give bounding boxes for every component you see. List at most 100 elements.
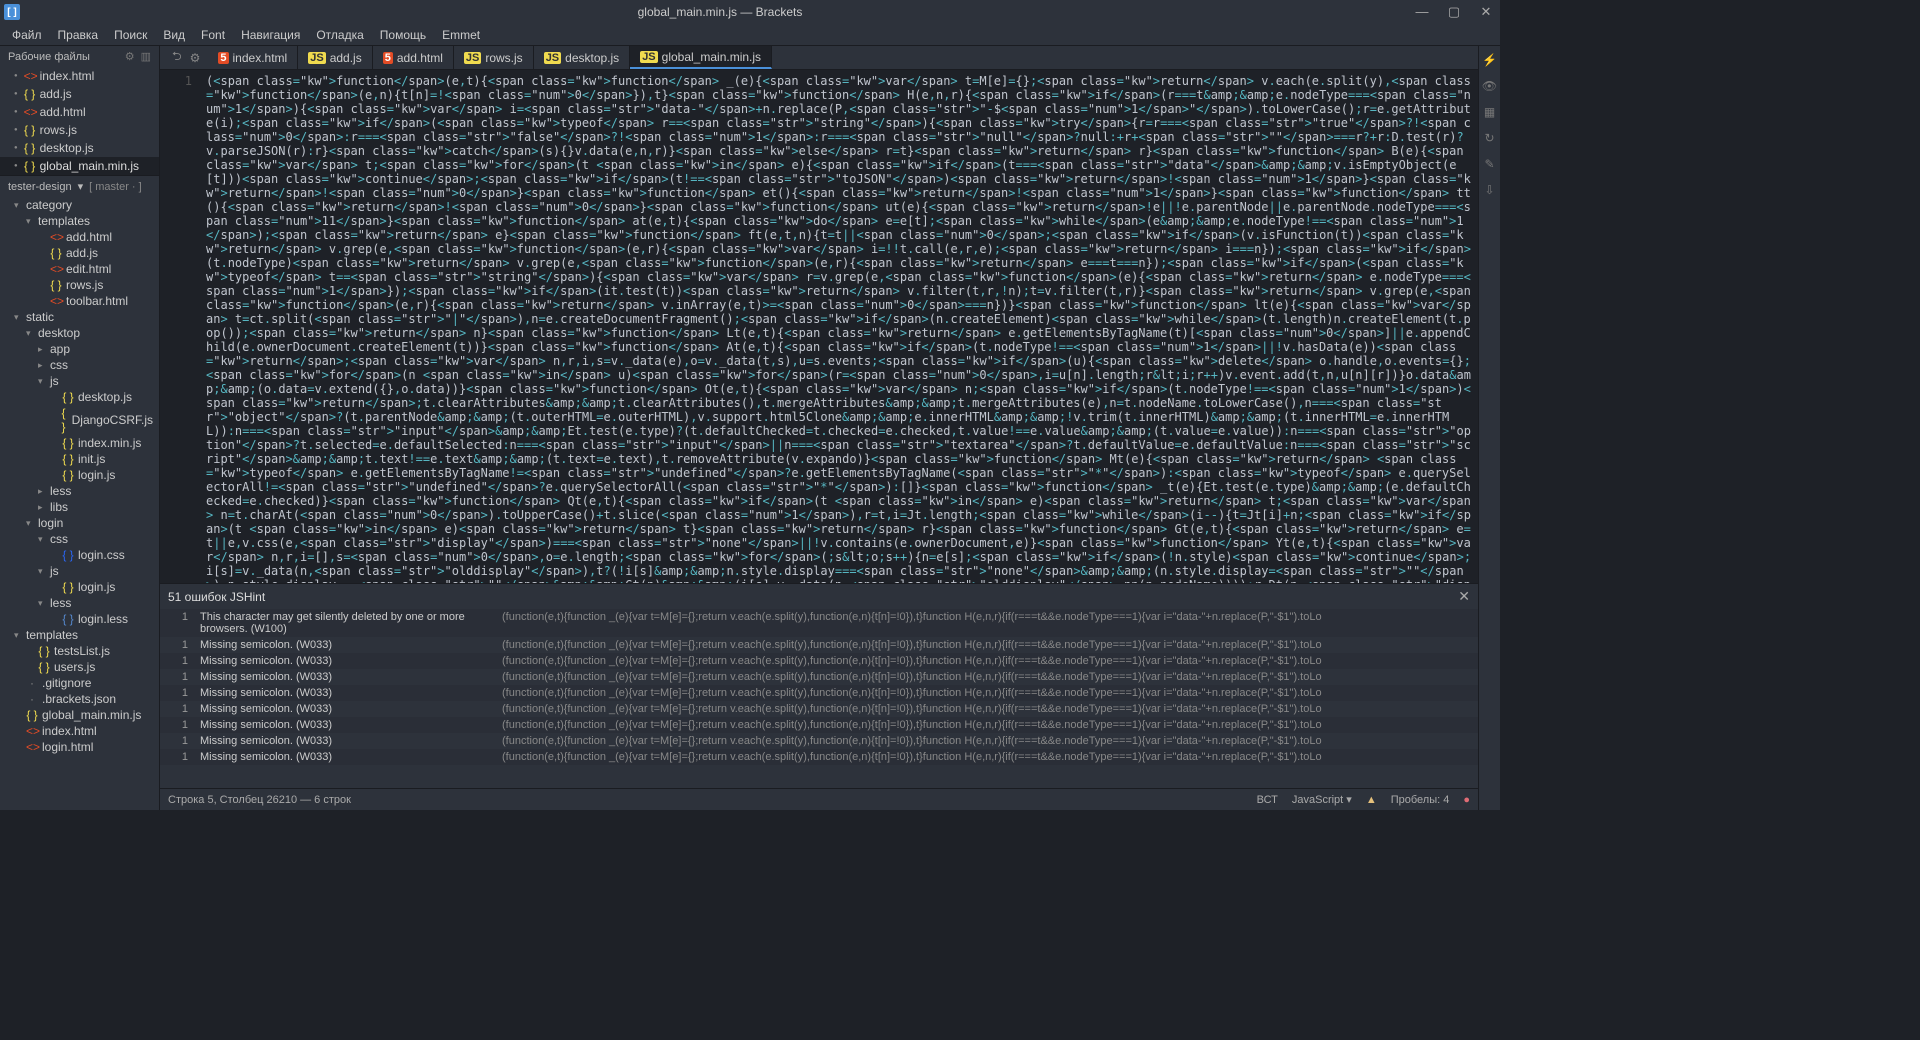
refresh-icon[interactable]: ↻: [1482, 130, 1498, 146]
working-files-label: Рабочие файлы: [8, 51, 90, 63]
tree-category[interactable]: ▾category: [0, 197, 159, 213]
tree-.gitignore[interactable]: ·.gitignore: [0, 675, 159, 691]
tab-add.html[interactable]: 5add.html: [373, 46, 454, 69]
download-icon[interactable]: ⇩: [1482, 182, 1498, 198]
extensions-icon[interactable]: ▦: [1482, 104, 1498, 120]
menu-emmet[interactable]: Emmet: [434, 26, 488, 44]
tab-global_main.min.js[interactable]: JSglobal_main.min.js: [630, 46, 772, 69]
working-file-add.html[interactable]: ●<>add.html: [0, 103, 159, 121]
tree-static[interactable]: ▾static: [0, 309, 159, 325]
tree-login[interactable]: ▾login: [0, 515, 159, 531]
gear-icon[interactable]: ⚙: [125, 50, 135, 63]
problem-row[interactable]: 1Missing semicolon. (W033)(function(e,t)…: [160, 653, 1478, 669]
app-logo-icon: [ ]: [4, 4, 20, 20]
tree-login.js[interactable]: { }login.js: [0, 467, 159, 483]
tab-menu-icon[interactable]: ⮌: [172, 47, 182, 68]
tree-js[interactable]: ▾js: [0, 373, 159, 389]
problems-list[interactable]: 1This character may get silently deleted…: [160, 609, 1478, 788]
tree-DjangoCSRF.js[interactable]: { }DjangoCSRF.js: [0, 405, 159, 435]
tree-index.html[interactable]: <>index.html: [0, 723, 159, 739]
close-button[interactable]: ✕: [1476, 4, 1496, 20]
brush-icon[interactable]: ✎: [1482, 156, 1498, 172]
menu-поиск[interactable]: Поиск: [106, 26, 155, 44]
tree-testsList.js[interactable]: { }testsList.js: [0, 643, 159, 659]
problem-row[interactable]: 1This character may get silently deleted…: [160, 609, 1478, 637]
menu-font[interactable]: Font: [193, 26, 233, 44]
tree-templates[interactable]: ▾templates: [0, 213, 159, 229]
tab-rows.js[interactable]: JSrows.js: [454, 46, 534, 69]
tree-less[interactable]: ▸less: [0, 483, 159, 499]
close-icon[interactable]: ✕: [1458, 588, 1470, 605]
menu-отладка[interactable]: Отладка: [308, 26, 371, 44]
tree-login.less[interactable]: { }login.less: [0, 611, 159, 627]
tree-desktop[interactable]: ▾desktop: [0, 325, 159, 341]
tree-login.html[interactable]: <>login.html: [0, 739, 159, 755]
tree-login.js[interactable]: { }login.js: [0, 579, 159, 595]
tree-edit.html[interactable]: <>edit.html: [0, 261, 159, 277]
problem-message: Missing semicolon. (W033): [200, 751, 490, 763]
file-label: add.js: [40, 87, 72, 101]
code-content[interactable]: (<span class="kw">function</span>(e,t){<…: [200, 70, 1478, 583]
tree-.brackets.json[interactable]: ·.brackets.json: [0, 691, 159, 707]
tab-add.js[interactable]: JSadd.js: [298, 46, 373, 69]
error-indicator[interactable]: ●: [1463, 794, 1470, 806]
working-file-desktop.js[interactable]: ●{ }desktop.js: [0, 139, 159, 157]
html-file-icon: <>: [24, 69, 36, 83]
tab-label: rows.js: [485, 51, 522, 65]
tree-css[interactable]: ▸css: [0, 357, 159, 373]
encoding-selector[interactable]: ВСТ: [1257, 794, 1278, 806]
tree-less[interactable]: ▾less: [0, 595, 159, 611]
tab-desktop.js[interactable]: JSdesktop.js: [534, 46, 631, 69]
problem-preview: (function(e,t){function _(e){var t=M[e]=…: [502, 687, 1470, 699]
code-editor[interactable]: 1 (<span class="kw">function</span>(e,t)…: [160, 70, 1478, 583]
working-file-global_main.min.js[interactable]: ●{ }global_main.min.js: [0, 157, 159, 175]
tab-gear-icon[interactable]: ⚙: [190, 51, 201, 65]
tree-login.css[interactable]: { }login.css: [0, 547, 159, 563]
problem-row[interactable]: 1Missing semicolon. (W033)(function(e,t)…: [160, 669, 1478, 685]
problem-row[interactable]: 1Missing semicolon. (W033)(function(e,t)…: [160, 733, 1478, 749]
language-selector[interactable]: JavaScript ▾: [1292, 793, 1352, 806]
tree-toolbar.html[interactable]: <>toolbar.html: [0, 293, 159, 309]
working-file-rows.js[interactable]: ●{ }rows.js: [0, 121, 159, 139]
tab-index.html[interactable]: 5index.html: [208, 46, 298, 69]
minimize-button[interactable]: —: [1412, 4, 1432, 20]
tree-add.html[interactable]: <>add.html: [0, 229, 159, 245]
tree-label: login.html: [42, 740, 93, 754]
cursor-position[interactable]: Строка 5, Столбец 26210 — 6 строк: [168, 794, 351, 806]
working-file-add.js[interactable]: ●{ }add.js: [0, 85, 159, 103]
tree-init.js[interactable]: { }init.js: [0, 451, 159, 467]
css-file-icon: { }: [62, 548, 74, 562]
eye-icon[interactable]: 👁: [1482, 78, 1498, 94]
live-preview-icon[interactable]: ⚡: [1482, 52, 1498, 68]
tree-users.js[interactable]: { }users.js: [0, 659, 159, 675]
project-header[interactable]: tester-design ▾ [ master · ]: [0, 175, 159, 197]
problem-row[interactable]: 1Missing semicolon. (W033)(function(e,t)…: [160, 637, 1478, 653]
tree-label: login.less: [78, 612, 128, 626]
tree-label: desktop.js: [78, 390, 132, 404]
tree-css[interactable]: ▾css: [0, 531, 159, 547]
problem-row[interactable]: 1Missing semicolon. (W033)(function(e,t)…: [160, 701, 1478, 717]
tree-desktop.js[interactable]: { }desktop.js: [0, 389, 159, 405]
menu-вид[interactable]: Вид: [155, 26, 193, 44]
indent-selector[interactable]: Пробелы: 4: [1391, 794, 1450, 806]
menu-навигация[interactable]: Навигация: [233, 26, 308, 44]
problem-row[interactable]: 1Missing semicolon. (W033)(function(e,t)…: [160, 749, 1478, 765]
tree-libs[interactable]: ▸libs: [0, 499, 159, 515]
menu-правка[interactable]: Правка: [50, 26, 107, 44]
menu-помощь[interactable]: Помощь: [372, 26, 434, 44]
tree-global_main.min.js[interactable]: { }global_main.min.js: [0, 707, 159, 723]
menu-файл[interactable]: Файл: [4, 26, 50, 44]
tree-templates[interactable]: ▾templates: [0, 627, 159, 643]
split-view-icon[interactable]: ▥: [141, 50, 151, 63]
tree-app[interactable]: ▸app: [0, 341, 159, 357]
problem-row[interactable]: 1Missing semicolon. (W033)(function(e,t)…: [160, 685, 1478, 701]
tree-add.js[interactable]: { }add.js: [0, 245, 159, 261]
tree-label: index.min.js: [78, 436, 141, 450]
maximize-button[interactable]: ▢: [1444, 4, 1464, 20]
lint-status[interactable]: ▲: [1366, 794, 1377, 806]
problem-row[interactable]: 1Missing semicolon. (W033)(function(e,t)…: [160, 717, 1478, 733]
tree-js[interactable]: ▾js: [0, 563, 159, 579]
working-file-index.html[interactable]: ●<>index.html: [0, 67, 159, 85]
tree-index.min.js[interactable]: { }index.min.js: [0, 435, 159, 451]
tree-rows.js[interactable]: { }rows.js: [0, 277, 159, 293]
